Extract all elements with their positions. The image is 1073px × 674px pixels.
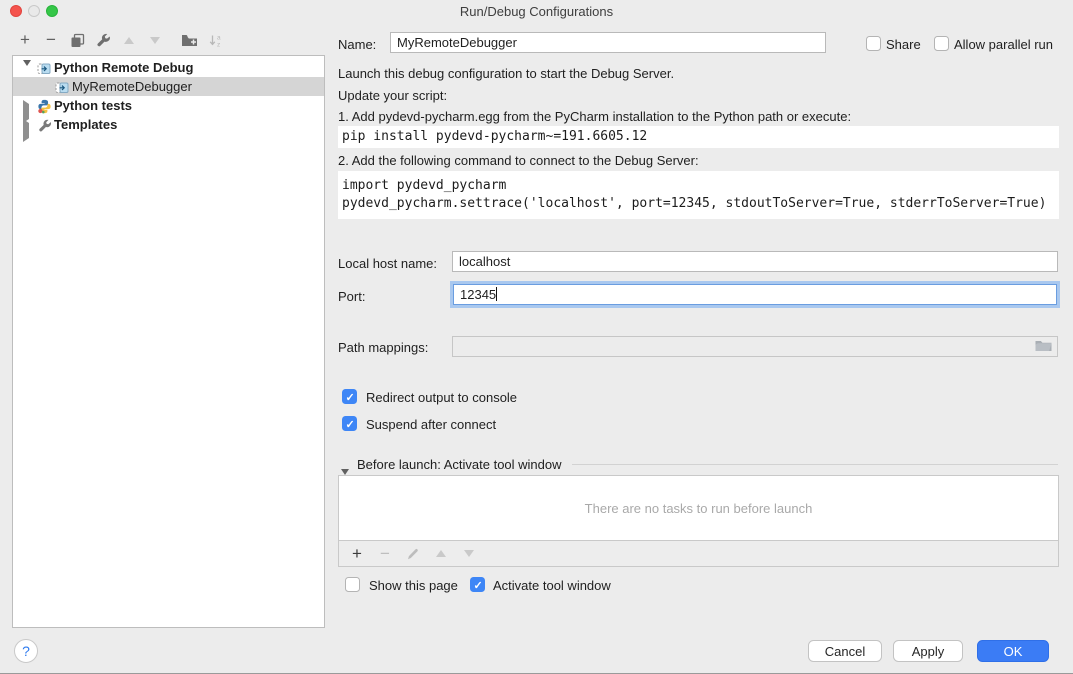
share-checkbox[interactable] (866, 36, 881, 51)
minimize-window-button (28, 5, 40, 17)
svg-text:a: a (217, 34, 221, 41)
name-input[interactable]: MyRemoteDebugger (390, 32, 826, 53)
move-task-down-icon (461, 546, 477, 562)
path-mappings-input[interactable] (452, 336, 1058, 357)
add-configuration-icon[interactable]: + (17, 32, 33, 48)
tree-item-label: Python Remote Debug (54, 58, 193, 77)
tree-item-label: Templates (54, 115, 117, 134)
tree-item-myremotedebugger[interactable]: MyRemoteDebugger (13, 77, 324, 96)
before-launch-task-list[interactable]: There are no tasks to run before launch (338, 475, 1059, 541)
apply-button[interactable]: Apply (893, 640, 963, 662)
activate-tool-window-label: Activate tool window (493, 578, 611, 593)
configurations-toolbar: + − az (17, 32, 233, 48)
svg-text:z: z (217, 41, 220, 48)
edit-task-pencil-icon (405, 546, 421, 562)
instruction-step-1: 1. Add pydevd-pycharm.egg from the PyCha… (338, 109, 851, 124)
section-separator (572, 464, 1058, 465)
remove-configuration-icon[interactable]: − (43, 32, 59, 48)
copy-configuration-icon[interactable] (69, 32, 85, 48)
activate-tool-window-checkbox[interactable] (470, 577, 485, 592)
text-caret (496, 287, 497, 301)
remove-task-icon: − (377, 546, 393, 562)
tree-item-templates[interactable]: Templates (13, 115, 324, 134)
instruction-step-2: 2. Add the following command to connect … (338, 153, 699, 168)
tree-item-python-remote-debug[interactable]: Python Remote Debug (13, 58, 324, 77)
name-label: Name: (338, 37, 376, 52)
instruction-line-2: Update your script: (338, 88, 447, 103)
local-host-name-input[interactable]: localhost (452, 251, 1058, 272)
tree-item-python-tests[interactable]: Python tests (13, 96, 324, 115)
run-debug-configurations-dialog: Run/Debug Configurations + − az Python R… (0, 0, 1073, 674)
redirect-output-label: Redirect output to console (366, 390, 517, 405)
code-snippet-pip-install: pip install pydevd-pycharm~=191.6605.12 (338, 126, 1059, 148)
configurations-tree: Python Remote Debug MyRemoteDebugger Pyt… (12, 55, 325, 628)
zoom-window-button[interactable] (46, 5, 58, 17)
path-mappings-label: Path mappings: (338, 340, 428, 355)
browse-folder-icon[interactable] (1034, 339, 1053, 356)
local-host-name-label: Local host name: (338, 256, 437, 271)
empty-task-list-text: There are no tasks to run before launch (585, 501, 813, 516)
show-this-page-label: Show this page (369, 578, 458, 593)
tree-item-label: MyRemoteDebugger (72, 77, 192, 96)
move-down-icon (147, 32, 163, 48)
suspend-after-connect-checkbox[interactable] (342, 416, 357, 431)
before-launch-title: Before launch: Activate tool window (357, 457, 562, 472)
cancel-button[interactable]: Cancel (808, 640, 882, 662)
window-title: Run/Debug Configurations (0, 0, 1073, 23)
sort-configurations-icon: az (207, 32, 223, 48)
suspend-after-connect-label: Suspend after connect (366, 417, 496, 432)
ok-button[interactable]: OK (977, 640, 1049, 662)
task-list-toolbar: + − (338, 540, 1059, 567)
instruction-line-1: Launch this debug configuration to start… (338, 66, 674, 81)
code-line-import: import pydevd_pycharm (342, 177, 1059, 195)
edit-templates-wrench-icon[interactable] (95, 32, 111, 48)
allow-parallel-run-label: Allow parallel run (954, 37, 1053, 52)
code-snippet-settrace: import pydevd_pycharm pydevd_pycharm.set… (338, 171, 1059, 219)
port-input[interactable]: 12345 (453, 284, 1057, 305)
add-task-icon[interactable]: + (349, 546, 365, 562)
titlebar: Run/Debug Configurations (0, 0, 1073, 22)
close-window-button[interactable] (10, 5, 22, 17)
show-this-page-checkbox[interactable] (345, 577, 360, 592)
redirect-output-checkbox[interactable] (342, 389, 357, 404)
move-task-up-icon (433, 546, 449, 562)
help-button[interactable]: ? (14, 639, 38, 663)
tree-item-label: Python tests (54, 96, 132, 115)
chevron-collapsed-icon[interactable] (23, 121, 29, 140)
move-up-icon (121, 32, 137, 48)
wrench-icon (37, 118, 52, 138)
new-folder-icon[interactable] (181, 32, 197, 48)
code-line-settrace: pydevd_pycharm.settrace('localhost', por… (342, 195, 1059, 213)
share-label: Share (886, 37, 921, 52)
port-label: Port: (338, 289, 365, 304)
allow-parallel-run-checkbox[interactable] (934, 36, 949, 51)
